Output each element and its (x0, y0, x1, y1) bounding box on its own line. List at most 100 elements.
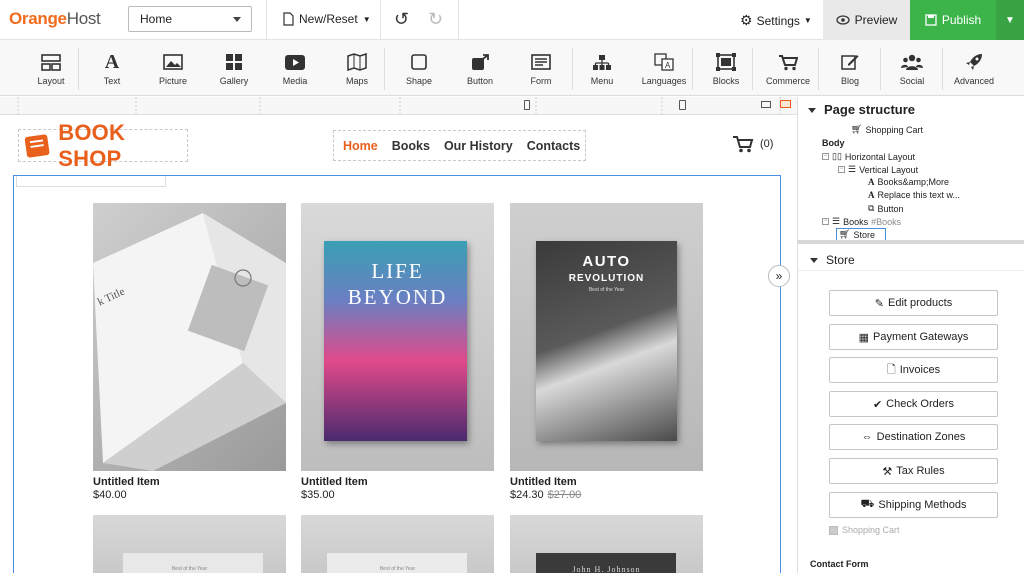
publish-options-button[interactable]: ▼ (996, 0, 1024, 40)
social-icon (901, 52, 923, 72)
contact-form-header[interactable]: Contact Form (810, 559, 869, 569)
site-cart[interactable]: (0) (732, 135, 773, 153)
panel-divider[interactable] (798, 240, 1024, 244)
collapse-toggle-icon[interactable]: − (838, 166, 845, 173)
toolbar-divider (818, 48, 819, 90)
gallery-icon (225, 52, 243, 72)
columns-icon: ▯▯ (832, 151, 842, 161)
product-title-1[interactable]: Untitled Item (93, 476, 160, 488)
caret-down-icon: ▼ (362, 14, 371, 24)
product-image-5[interactable]: Best of the Year (301, 515, 494, 573)
nav-contacts[interactable]: Contacts (527, 139, 580, 153)
settings-button[interactable]: ⚙ Settings ▼ (740, 12, 812, 29)
blocks-icon (716, 52, 736, 72)
check-orders-button[interactable]: ✔ Check Orders (829, 391, 998, 417)
product-image-1[interactable]: k Title (93, 203, 286, 471)
expand-panel-icon[interactable]: » (768, 265, 790, 287)
button-icon: ⧉ (868, 203, 875, 213)
product-title-2[interactable]: Untitled Item (301, 476, 368, 488)
gear-icon: ⚙ (740, 12, 753, 28)
tree-label: Replace this text w... (877, 190, 961, 200)
form-icon (531, 52, 551, 72)
tool-blocks[interactable]: Blocks (696, 40, 756, 96)
tool-label: Button (466, 76, 494, 86)
editor-canvas[interactable]: BOOK SHOP Home Books Our History Contact… (0, 115, 797, 573)
payment-gateways-button[interactable]: ▦ Payment Gateways (829, 324, 998, 350)
tool-social[interactable]: Social (882, 40, 942, 96)
tree-label: Vertical Layout (859, 164, 919, 175)
tree-anchor: #Books (871, 216, 902, 227)
product-image-3[interactable]: AUTO REVOLUTION Best of the Year (510, 203, 703, 471)
tool-commerce[interactable]: Commerce (758, 40, 818, 96)
product-price-3: $24.30 $27.00 (510, 489, 581, 501)
toolbar-divider (752, 48, 753, 90)
preview-button[interactable]: Preview (823, 0, 910, 40)
tree-label: Books (843, 216, 869, 227)
store-section-header[interactable]: Store (798, 249, 1024, 271)
edit-products-button[interactable]: ✎ Edit products (829, 290, 998, 316)
blog-icon (841, 52, 859, 72)
laptop-icon[interactable] (761, 101, 771, 108)
text-icon: A (868, 190, 875, 200)
undo-icon[interactable]: ↺ (394, 10, 409, 28)
ruler-guides (17, 97, 781, 115)
basket-icon: 🛒︎ (851, 124, 863, 134)
tool-form[interactable]: Form (511, 40, 571, 96)
tool-gallery[interactable]: Gallery (204, 40, 264, 96)
save-icon (925, 14, 937, 26)
shipping-methods-button[interactable]: ⛟ Shipping Methods (829, 492, 998, 518)
nav-our-history[interactable]: Our History (444, 139, 513, 153)
publish-button[interactable]: Publish (910, 0, 996, 40)
tree-node-body[interactable]: Body (822, 138, 845, 148)
rows-icon: ☰ (832, 216, 841, 226)
tree-node-vertical-layout[interactable]: − ☰ Vertical Layout (838, 164, 918, 175)
nav-books[interactable]: Books (392, 139, 430, 153)
commerce-icon (778, 52, 798, 72)
site-logo[interactable]: BOOK SHOP (18, 120, 188, 171)
tree-node-replace-text[interactable]: A Replace this text w... (868, 190, 960, 200)
svg-text:A: A (665, 61, 671, 70)
destination-zones-button[interactable]: ⇔ Destination Zones (829, 424, 998, 450)
desktop-icon[interactable] (780, 100, 791, 108)
tax-rules-button[interactable]: ⚒ Tax Rules (829, 458, 998, 484)
collapse-toggle-icon[interactable]: − (822, 153, 829, 160)
new-reset-button[interactable]: New/Reset ▼ (283, 12, 371, 26)
invoices-button[interactable]: 🗋︎ Invoices (829, 357, 998, 383)
tree-node-button[interactable]: ⧉ Button (868, 203, 903, 214)
nav-home[interactable]: Home (343, 139, 378, 153)
product-image-6[interactable]: John H. Johnson (510, 515, 703, 573)
tool-shape[interactable]: Shape (389, 40, 449, 96)
tablet-icon[interactable] (679, 100, 686, 110)
page-select[interactable]: Home (128, 6, 252, 32)
product-image-2[interactable]: LIFE BEYOND (301, 203, 494, 471)
tree-node-books[interactable]: − ☰ Books #Books (822, 216, 901, 227)
page-select-value: Home (140, 12, 173, 26)
toolbar-divider (942, 48, 943, 90)
product-title-3[interactable]: Untitled Item (510, 476, 577, 488)
shopping-cart-checkbox[interactable]: Shopping Cart (829, 525, 900, 535)
store-button-label: Shipping Methods (878, 499, 967, 511)
redo-icon[interactable]: ↻ (428, 10, 443, 28)
tool-menu[interactable]: Menu (572, 40, 632, 96)
tool-languages[interactable]: A Languages (634, 40, 694, 96)
tool-advanced[interactable]: Advanced (944, 40, 1004, 96)
tool-text[interactable]: A Text (82, 40, 142, 96)
checkbox-label: Shopping Cart (842, 525, 900, 535)
tool-blog[interactable]: Blog (820, 40, 880, 96)
collapse-toggle-icon[interactable]: − (822, 218, 829, 225)
tree-node-shopping-cart[interactable]: 🛒︎ Shopping Cart (851, 124, 923, 135)
page-structure-header[interactable]: Page structure (798, 97, 1024, 121)
tool-media[interactable]: Media (265, 40, 325, 96)
book-icon (24, 133, 50, 158)
book3-title-line1: AUTO (582, 253, 631, 270)
phone-icon[interactable] (524, 100, 530, 110)
tool-picture[interactable]: Picture (143, 40, 203, 96)
tool-layout[interactable]: Layout (21, 40, 81, 96)
tree-node-books-more[interactable]: A Books&amp;More (868, 177, 949, 187)
tool-maps[interactable]: Maps (327, 40, 387, 96)
new-reset-label: New/Reset (299, 12, 358, 26)
product-image-4[interactable]: Best of the Year (93, 515, 286, 573)
tool-button[interactable]: Button (450, 40, 510, 96)
tree-node-horizontal-layout[interactable]: − ▯▯ Horizontal Layout (822, 151, 915, 162)
app-logo[interactable]: OrangeHost (9, 9, 101, 29)
